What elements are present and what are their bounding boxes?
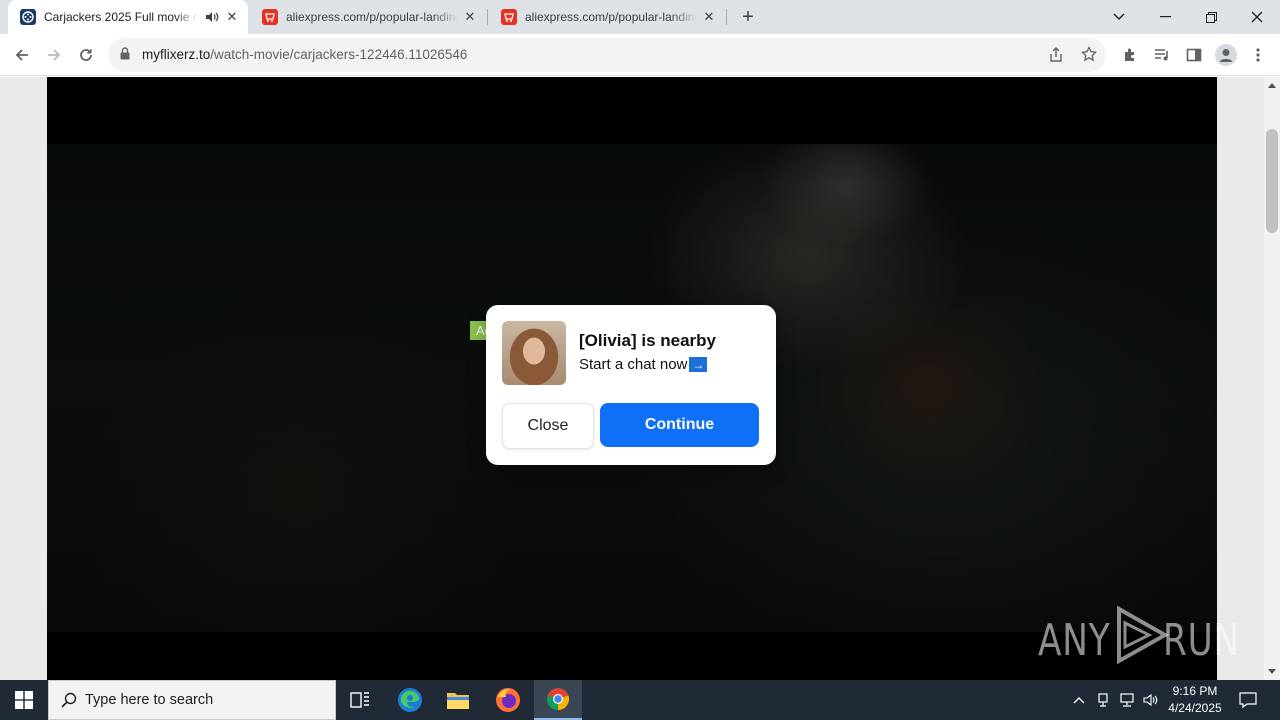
close-button[interactable]: Close <box>502 403 594 449</box>
browser-toolbar: myflixerz.to/watch-movie/carjackers-1224… <box>0 34 1280 76</box>
address-bar[interactable]: myflixerz.to/watch-movie/carjackers-1224… <box>108 38 1106 72</box>
back-button[interactable] <box>8 41 36 69</box>
tab-separator <box>487 9 488 25</box>
audio-playing-icon[interactable] <box>204 9 220 25</box>
ad-subline-text: Start a chat now <box>579 356 688 373</box>
tab-title: aliexpress.com/p/popular-landing <box>286 10 458 24</box>
restore-button[interactable] <box>1188 0 1234 34</box>
file-explorer-icon[interactable] <box>434 680 482 720</box>
tab-aliexpress-1[interactable]: aliexpress.com/p/popular-landing ✕ <box>250 0 486 34</box>
arrow-right-icon: → <box>689 357 708 372</box>
chrome-icon[interactable] <box>534 680 582 720</box>
taskbar: Type here to search 9:16 PM 4/24/2025 <box>0 680 1280 720</box>
anyrun-watermark: ANY RUN <box>1038 605 1239 672</box>
extensions-puzzle-icon[interactable] <box>1116 41 1144 69</box>
bookmark-star-icon[interactable] <box>1080 45 1098 67</box>
tab-title: Carjackers 2025 Full movie online free <box>44 10 198 24</box>
continue-button[interactable]: Continue <box>600 403 759 447</box>
tab-close-icon[interactable]: ✕ <box>701 9 717 25</box>
usb-device-icon[interactable] <box>1092 680 1114 720</box>
watermark-right: RUN <box>1162 614 1240 666</box>
film-reel-icon <box>20 9 36 25</box>
reload-button[interactable] <box>72 41 100 69</box>
url-text: myflixerz.to/watch-movie/carjackers-1224… <box>142 47 467 62</box>
ad-popup: [Olivia] is nearby Start a chat now → Clo… <box>486 305 776 465</box>
share-icon[interactable] <box>1048 47 1064 68</box>
cart-icon <box>501 9 517 25</box>
edge-browser-icon[interactable] <box>386 680 434 720</box>
window-close-button[interactable] <box>1234 0 1280 34</box>
media-control-icon[interactable] <box>1148 41 1176 69</box>
notification-icon[interactable] <box>1232 680 1264 720</box>
system-clock[interactable]: 9:16 PM 4/24/2025 <box>1160 683 1230 717</box>
windows-start-button[interactable] <box>0 680 48 720</box>
search-icon <box>61 692 77 708</box>
new-tab-button[interactable]: + <box>736 5 760 29</box>
tab-strip: Carjackers 2025 Full movie online free ✕… <box>0 0 1280 34</box>
tab-carjackers[interactable]: Carjackers 2025 Full movie online free ✕ <box>8 0 248 34</box>
forward-button[interactable] <box>40 41 68 69</box>
tray-chevron-up-icon[interactable] <box>1068 680 1090 720</box>
tab-separator <box>726 9 727 25</box>
scroll-thumb[interactable] <box>1266 129 1278 233</box>
tab-title: aliexpress.com/p/popular-landing <box>525 10 697 24</box>
profile-avatar-icon[interactable] <box>1212 41 1240 69</box>
tab-aliexpress-2[interactable]: aliexpress.com/p/popular-landing ✕ <box>489 0 725 34</box>
firefox-icon[interactable] <box>484 680 532 720</box>
scroll-up-arrow[interactable] <box>1268 83 1276 88</box>
ad-subline: Start a chat now → <box>579 356 708 373</box>
volume-icon[interactable] <box>1140 680 1162 720</box>
search-placeholder: Type here to search <box>85 692 214 708</box>
lock-icon[interactable] <box>120 47 130 65</box>
tab-close-icon[interactable]: ✕ <box>462 9 478 25</box>
network-icon[interactable] <box>1116 680 1138 720</box>
tab-close-icon[interactable]: ✕ <box>224 9 240 25</box>
url-path: /watch-movie/carjackers-122446.11026546 <box>210 47 468 62</box>
url-host: myflixerz.to <box>142 47 211 62</box>
browser-menu-icon[interactable] <box>1244 41 1272 69</box>
task-view-icon[interactable] <box>336 680 384 720</box>
ad-headline: [Olivia] is nearby <box>579 331 716 350</box>
scroll-down-arrow[interactable] <box>1268 669 1276 674</box>
minimize-button[interactable] <box>1142 0 1188 34</box>
clock-date: 4/24/2025 <box>1168 701 1222 715</box>
watermark-left: ANY <box>1038 614 1111 666</box>
profile-photo[interactable] <box>502 321 566 385</box>
play-triangle-icon <box>1111 605 1171 676</box>
clock-time: 9:16 PM <box>1172 684 1218 698</box>
side-panel-icon[interactable] <box>1180 41 1208 69</box>
tab-search-button[interactable] <box>1096 0 1142 34</box>
cart-icon <box>262 9 278 25</box>
page-scrollbar[interactable] <box>1264 77 1280 680</box>
taskbar-search-box[interactable]: Type here to search <box>48 680 336 720</box>
